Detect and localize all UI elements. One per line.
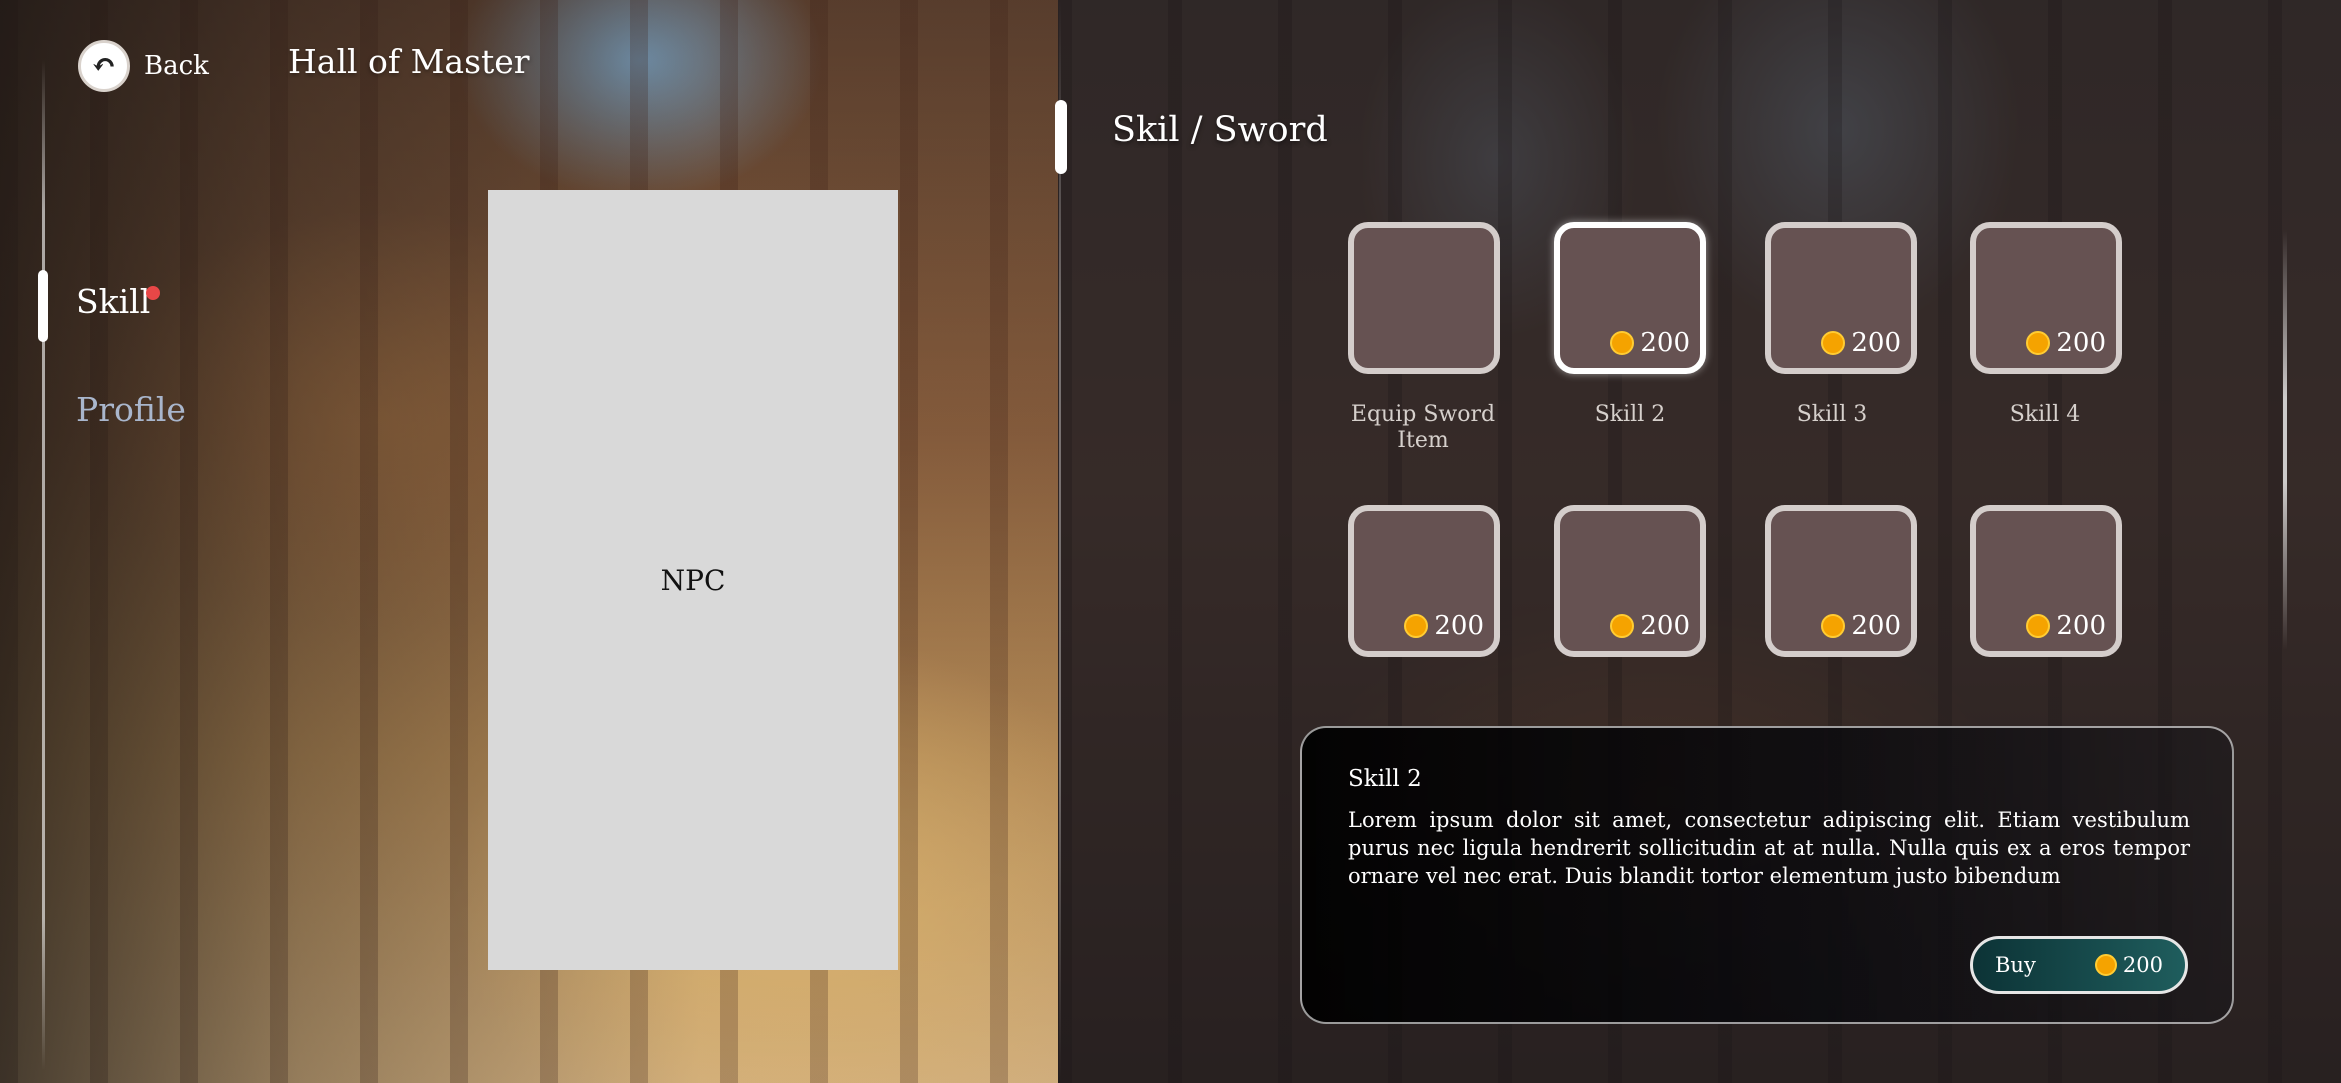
skill-price: 200 xyxy=(1404,611,1484,641)
notification-dot xyxy=(146,286,160,300)
skill-price: 200 xyxy=(1610,611,1690,641)
skill-price-value: 200 xyxy=(1640,611,1690,641)
skill-price-value: 200 xyxy=(1640,328,1690,358)
skill-slot[interactable]: 200 xyxy=(1765,505,1917,657)
skill-slot-label: Equip Sword Item xyxy=(1350,402,1496,453)
nav-item-skill[interactable]: Skill xyxy=(76,282,150,321)
coin-icon xyxy=(1821,331,1846,355)
scrollbar[interactable] xyxy=(2283,230,2287,650)
skill-price: 200 xyxy=(1610,328,1690,358)
skill-price-value: 200 xyxy=(1851,611,1901,641)
skill-slot-equip-sword[interactable] xyxy=(1348,222,1500,374)
skill-description-panel: Skill 2 Lorem ipsum dolor sit amet, cons… xyxy=(1300,726,2234,1024)
skill-price-value: 200 xyxy=(2056,328,2106,358)
coin-icon xyxy=(2026,614,2051,638)
nav-rail xyxy=(42,60,45,1070)
panel-indicator xyxy=(1055,100,1067,174)
buy-label: Buy xyxy=(1995,953,2036,977)
skill-slot-skill-4[interactable]: 200 xyxy=(1970,222,2122,374)
skill-slot-label: Skill 4 xyxy=(2009,402,2081,427)
skill-price: 200 xyxy=(1821,328,1901,358)
skill-price-value: 200 xyxy=(2056,611,2106,641)
buy-button[interactable]: Buy 200 xyxy=(1970,936,2188,994)
skill-slot-skill-3[interactable]: 200 xyxy=(1765,222,1917,374)
breadcrumb: Skil / Sword xyxy=(1112,110,1328,150)
buy-price: 200 xyxy=(2094,953,2163,977)
skill-price: 200 xyxy=(2026,611,2106,641)
buy-price-value: 200 xyxy=(2122,953,2163,977)
coin-icon xyxy=(2094,954,2117,976)
skill-price-value: 200 xyxy=(1851,328,1901,358)
skill-price: 200 xyxy=(1821,611,1901,641)
coin-icon xyxy=(1610,331,1635,355)
skill-slot[interactable]: 200 xyxy=(1970,505,2122,657)
skill-description-text: Lorem ipsum dolor sit amet, consectetur … xyxy=(1348,808,2190,888)
skill-slot-skill-2[interactable]: 200 xyxy=(1554,222,1706,374)
npc-label: NPC xyxy=(660,563,726,597)
nav-active-indicator xyxy=(38,270,48,342)
back-button[interactable]: ↶ Back xyxy=(78,38,209,94)
skill-slot[interactable]: 200 xyxy=(1348,505,1500,657)
skill-price-value: 200 xyxy=(1434,611,1484,641)
page-title: Hall of Master xyxy=(288,42,530,81)
coin-icon xyxy=(1404,614,1429,638)
coin-icon xyxy=(1821,614,1846,638)
skill-slot-label: Skill 3 xyxy=(1796,402,1868,427)
coin-icon xyxy=(2026,331,2051,355)
npc-portrait-placeholder: NPC xyxy=(488,190,898,970)
coin-icon xyxy=(1610,614,1635,638)
back-arrow-icon: ↶ xyxy=(78,40,130,92)
nav-item-profile[interactable]: Profile xyxy=(76,390,186,429)
back-label: Back xyxy=(144,51,209,81)
skill-slot-label: Skill 2 xyxy=(1594,402,1666,427)
skill-description-title: Skill 2 xyxy=(1348,766,1422,792)
skill-price: 200 xyxy=(2026,328,2106,358)
skill-slot[interactable]: 200 xyxy=(1554,505,1706,657)
